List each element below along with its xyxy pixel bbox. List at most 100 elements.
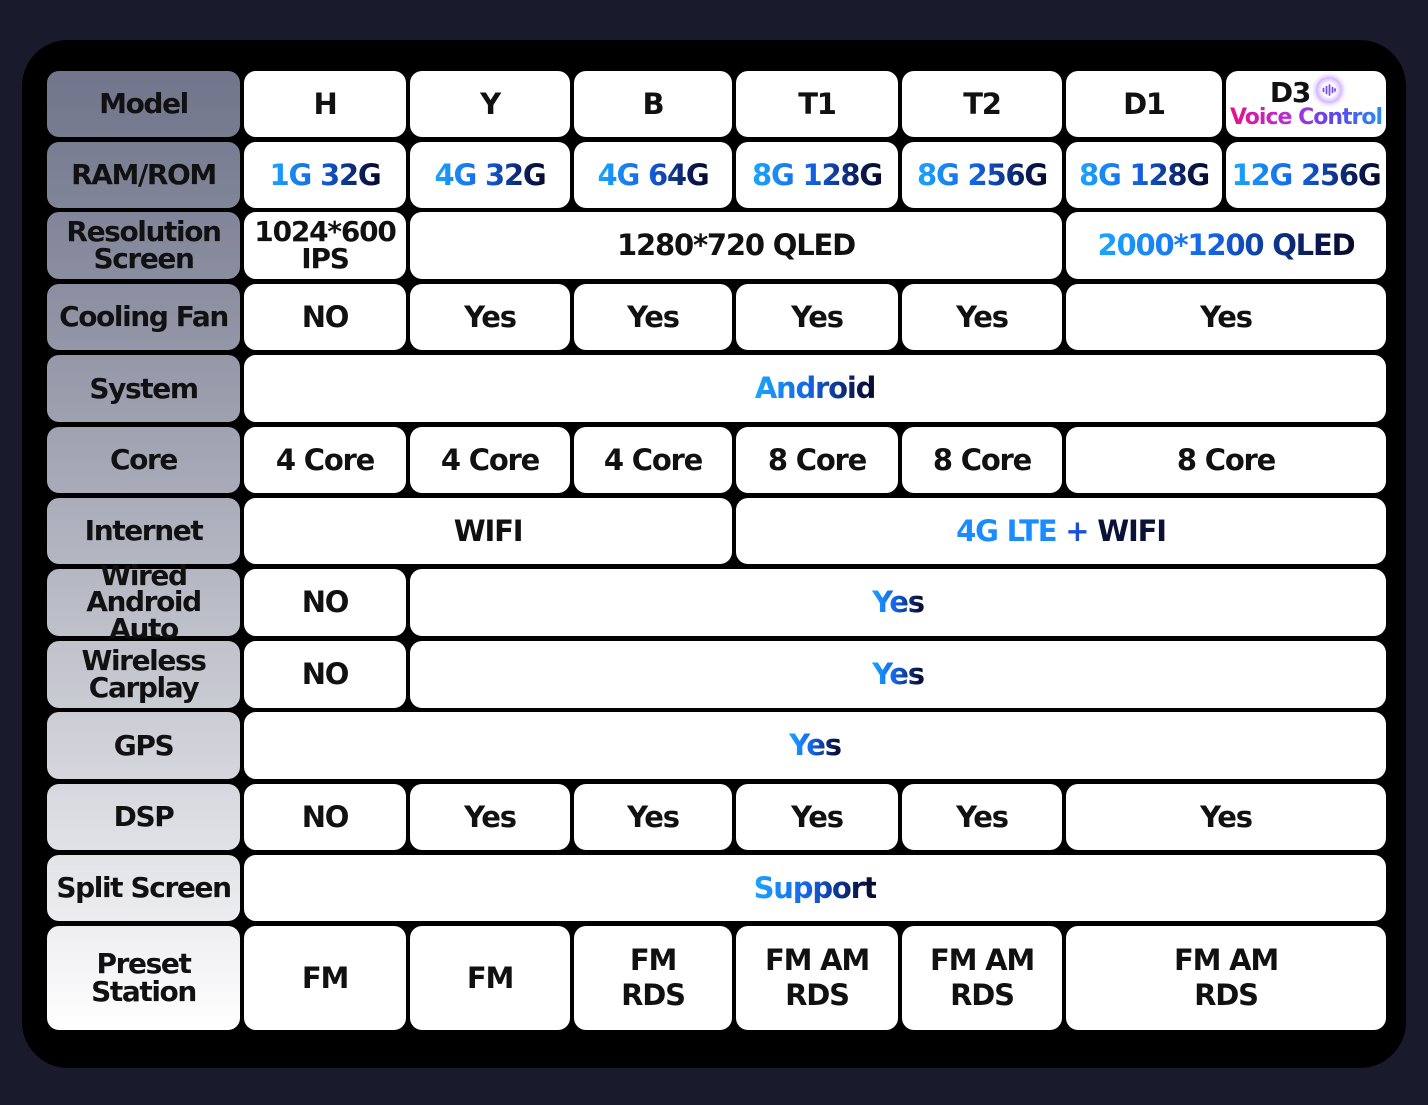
- resolution-value: 2000*1200 QLED: [1097, 228, 1356, 262]
- split-screen-all: Support: [244, 855, 1386, 921]
- model-name: T2: [963, 86, 1002, 121]
- preset-station-d1-d3: FM AM RDS: [1066, 926, 1386, 1030]
- cell-value: Yes: [791, 799, 844, 834]
- cell-value: Yes: [464, 799, 517, 834]
- dsp-h: NO: [244, 784, 406, 850]
- cooling-fan-y: Yes: [410, 284, 570, 350]
- cooling-fan-t1: Yes: [736, 284, 898, 350]
- cooling-fan-h: NO: [244, 284, 406, 350]
- model-name: H: [313, 86, 337, 121]
- model-name: Y: [480, 86, 501, 121]
- resolution-y-to-t2: 1280*720 QLED: [410, 212, 1062, 279]
- model-name: B: [642, 86, 665, 121]
- cell-value: 4 Core: [440, 442, 540, 477]
- cell-value: 4 Core: [275, 442, 375, 477]
- resolution-value: 1280*720 QLED: [617, 228, 856, 262]
- row-label-text: Split Screen: [56, 871, 232, 904]
- ram-rom-value: 12G 256G: [1231, 157, 1382, 192]
- preset-station-y: FM: [410, 926, 570, 1030]
- cooling-fan-b: Yes: [574, 284, 732, 350]
- row-label-text: DSP: [113, 800, 175, 833]
- row-label-text: Carplay: [88, 670, 200, 704]
- row-label-system: System: [47, 355, 240, 422]
- cell-value: Yes: [1200, 299, 1253, 334]
- gps-all: Yes: [244, 712, 1386, 779]
- core-d1-d3: 8 Core: [1066, 427, 1386, 493]
- row-label-wireless-carplay: Wireless Carplay: [47, 641, 240, 708]
- cell-value: RDS: [621, 978, 686, 1012]
- core-b: 4 Core: [574, 427, 732, 493]
- row-label-text: Cooling Fan: [59, 300, 229, 333]
- row-label-gps: GPS: [47, 712, 240, 779]
- row-label-ram-rom: RAM/ROM: [47, 142, 240, 208]
- cell-value: 8 Core: [1176, 442, 1276, 477]
- row-label-internet: Internet: [47, 498, 240, 564]
- ram-rom-value: 8G 128G: [751, 157, 883, 192]
- plus-sign: +: [1065, 513, 1089, 548]
- cell-value: FM AM: [929, 943, 1035, 978]
- wired-android-auto-y-to-d3: Yes: [410, 569, 1386, 636]
- row-label-model: Model: [47, 71, 240, 137]
- row-label-text: RAM/ROM: [71, 158, 217, 191]
- ram-rom-value: 4G 32G: [434, 157, 546, 192]
- cell-value: NO: [301, 657, 350, 691]
- model-name: D1: [1123, 86, 1166, 121]
- resolution-d1-d3: 2000*1200 QLED: [1066, 212, 1386, 279]
- row-label-split-screen: Split Screen: [47, 855, 240, 921]
- cell-value: Yes: [956, 799, 1009, 834]
- model-t2: T2: [902, 71, 1062, 137]
- model-d1: D1: [1066, 71, 1222, 137]
- row-label-resolution-screen: Resolution Screen: [47, 212, 240, 279]
- cell-value: Yes: [464, 299, 517, 334]
- d3-badge: D3 Voice Control: [1229, 76, 1383, 130]
- cell-value: Yes: [789, 728, 842, 762]
- cell-value: RDS: [950, 978, 1015, 1012]
- cell-value: Yes: [872, 657, 925, 691]
- ram-rom-value: 1G 32G: [269, 157, 381, 192]
- dsp-t2: Yes: [902, 784, 1062, 850]
- row-label-core: Core: [47, 427, 240, 493]
- cell-value: 8 Core: [767, 442, 867, 477]
- cell-value: FM: [629, 943, 677, 978]
- row-label-text: Wired Android: [86, 558, 202, 619]
- row-label-wired-android-auto: Wired Android Auto: [47, 561, 240, 642]
- row-label-text: Model: [99, 87, 189, 120]
- internet-h-to-b: WIFI: [244, 498, 732, 564]
- model-name: T1: [798, 86, 837, 121]
- core-t2: 8 Core: [902, 427, 1062, 493]
- cell-value: RDS: [785, 978, 850, 1012]
- cell-value: RDS: [1194, 978, 1259, 1012]
- row-label-dsp: DSP: [47, 784, 240, 850]
- voice-wave-icon: [1316, 77, 1343, 103]
- wireless-carplay-h: NO: [244, 641, 406, 708]
- preset-station-h: FM: [244, 926, 406, 1030]
- preset-station-b: FM RDS: [574, 926, 732, 1030]
- model-y: Y: [410, 71, 570, 137]
- cell-value: Yes: [791, 299, 844, 334]
- core-h: 4 Core: [244, 427, 406, 493]
- voice-control-label: Voice Control: [1229, 105, 1383, 130]
- ram-rom-t2: 8G 256G: [902, 142, 1062, 208]
- cell-value: FM AM: [1173, 943, 1279, 978]
- row-label-text: Preset Station: [91, 947, 197, 1008]
- cell-value: NO: [301, 299, 350, 334]
- resolution-h: 1024*600 IPS: [244, 212, 406, 279]
- lte-label: 4G LTE: [956, 513, 1057, 548]
- preset-station-t1: FM AM RDS: [736, 926, 898, 1030]
- wifi-label: WIFI: [1097, 513, 1167, 548]
- model-name: D3: [1269, 76, 1312, 109]
- model-t1: T1: [736, 71, 898, 137]
- ram-rom-d1: 8G 128G: [1066, 142, 1222, 208]
- dsp-b: Yes: [574, 784, 732, 850]
- dsp-y: Yes: [410, 784, 570, 850]
- cell-value: 8 Core: [932, 442, 1032, 477]
- ram-rom-y: 4G 32G: [410, 142, 570, 208]
- dsp-t1: Yes: [736, 784, 898, 850]
- wired-android-auto-h: NO: [244, 569, 406, 636]
- ram-rom-t1: 8G 128G: [736, 142, 898, 208]
- internet-t1-to-d3: 4G LTE + WIFI: [736, 498, 1386, 564]
- cell-value: Android: [754, 371, 877, 405]
- row-label-preset-station: Preset Station: [47, 926, 240, 1030]
- ram-rom-value: 4G 64G: [597, 157, 709, 192]
- preset-station-t2: FM AM RDS: [902, 926, 1062, 1030]
